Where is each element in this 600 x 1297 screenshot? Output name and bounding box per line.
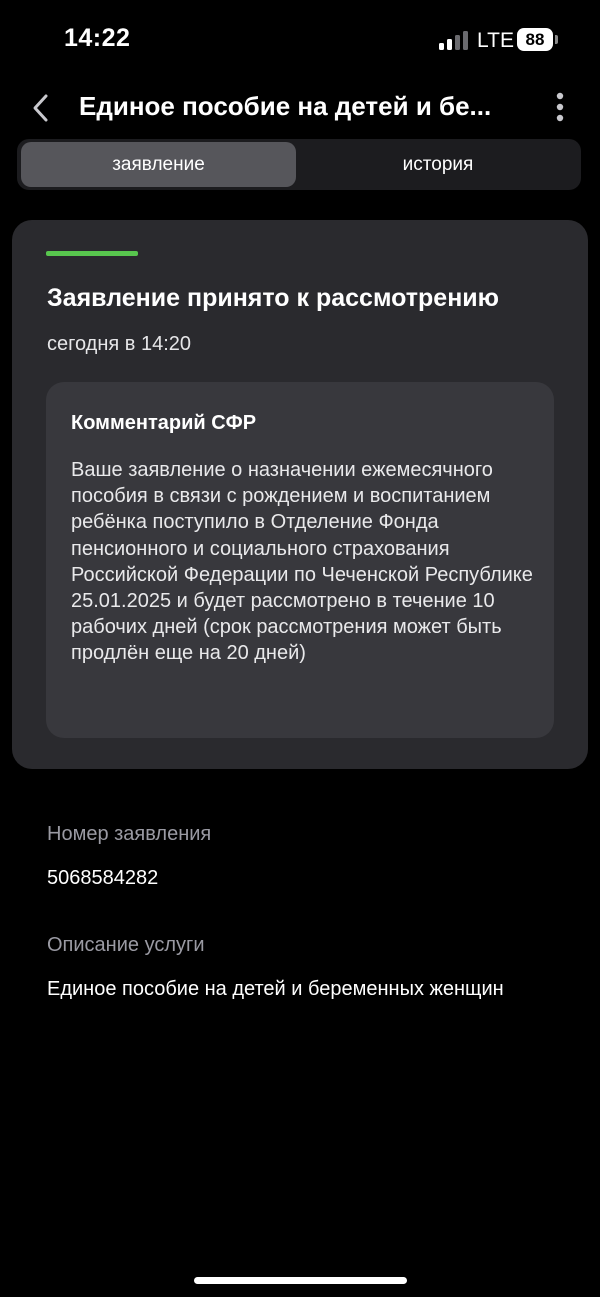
battery-tip [555,35,558,44]
network-type: LTE [477,29,514,52]
chevron-left-icon [33,94,48,122]
status-title: Заявление принято к рассмотрению [47,284,500,312]
page-title: Единое пособие на детей и бе... [79,91,492,121]
comment-text: Ваше заявление о назначении ежемесячного… [71,459,533,665]
service-description-label: Описание услуги [47,934,205,956]
status-bar: 14:22 LTE 88 [0,0,600,80]
status-card: Заявление принято к рассмотрению сегодня… [12,220,588,769]
tab-application[interactable]: заявление [21,142,296,187]
tab-history[interactable]: история [299,142,577,187]
battery-icon: 88 [517,28,553,51]
cellular-signal-icon [439,31,469,50]
service-description-value: Единое пособие на детей и беременных жен… [47,978,504,1000]
status-indicator-line [46,251,138,256]
status-date: сегодня в 14:20 [47,333,191,355]
status-time: 14:22 [64,24,131,52]
application-number-value: 5068584282 [47,867,159,889]
more-button[interactable] [546,90,574,126]
application-number-label: Номер заявления [47,823,212,845]
more-vertical-icon [556,92,564,122]
segmented-tabs: заявление история [17,139,581,190]
back-button[interactable] [24,88,60,128]
home-indicator[interactable] [194,1277,407,1284]
comment-title: Комментарий СФР [71,412,257,434]
header: Единое пособие на детей и бе... [0,80,600,136]
comment-box: Комментарий СФР Ваше заявление о назначе… [46,382,554,738]
